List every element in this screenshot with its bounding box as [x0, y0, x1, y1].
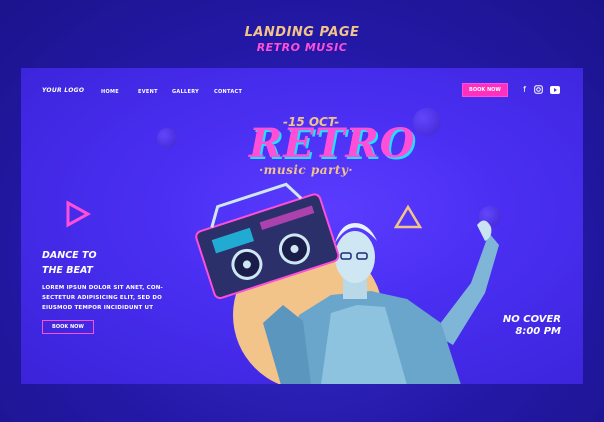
nav-link-event[interactable]: EVENT — [138, 89, 158, 95]
navbar: YOUR LOGO HOME EVENT GALLERY CONTACT BOO… — [21, 68, 583, 114]
event-info-time: 8:00 PM — [515, 326, 561, 337]
body-text-line: EIUSMOD TEMPOR INCIDIDUNT UT — [42, 305, 154, 311]
body-text-line: LOREM IPSUN DOLOR SIT ANET, CON- — [42, 285, 164, 291]
book-now-button[interactable]: BOOK NOW — [42, 320, 94, 334]
hero-headline-line: DANCE TO — [42, 250, 97, 261]
page-subheading: RETRO MUSIC — [256, 41, 348, 54]
body-text-line: SECTETUR ADIPISICING ELIT, SED DO — [42, 295, 163, 301]
hero-title: RETRO — [249, 120, 416, 167]
nav-link-gallery[interactable]: GALLERY — [172, 89, 199, 95]
triangle-icon — [66, 200, 91, 228]
page-heading: LANDING PAGE — [244, 25, 360, 40]
instagram-icon[interactable] — [533, 84, 544, 95]
landing-page-mockup: YOUR LOGO HOME EVENT GALLERY CONTACT BOO… — [21, 68, 583, 384]
nav-book-now-button[interactable]: BOOK NOW — [462, 83, 508, 97]
facebook-icon[interactable]: f — [519, 84, 530, 95]
event-info: NO COVER 8:00 PM — [489, 314, 561, 338]
hero-headline: DANCE TO THE BEAT — [42, 248, 97, 278]
decorative-orb — [157, 128, 177, 148]
youtube-icon[interactable] — [549, 84, 560, 95]
nav-link-contact[interactable]: CONTACT — [214, 89, 242, 95]
logo[interactable]: YOUR LOGO — [42, 87, 84, 94]
event-info-cover: NO COVER — [502, 314, 561, 325]
hero-body-text: LOREM IPSUN DOLOR SIT ANET, CON- SECTETU… — [42, 283, 172, 313]
dancer-with-boombox-image — [195, 182, 499, 384]
hero-headline-line: THE BEAT — [42, 265, 93, 276]
nav-link-home[interactable]: HOME — [101, 89, 119, 95]
